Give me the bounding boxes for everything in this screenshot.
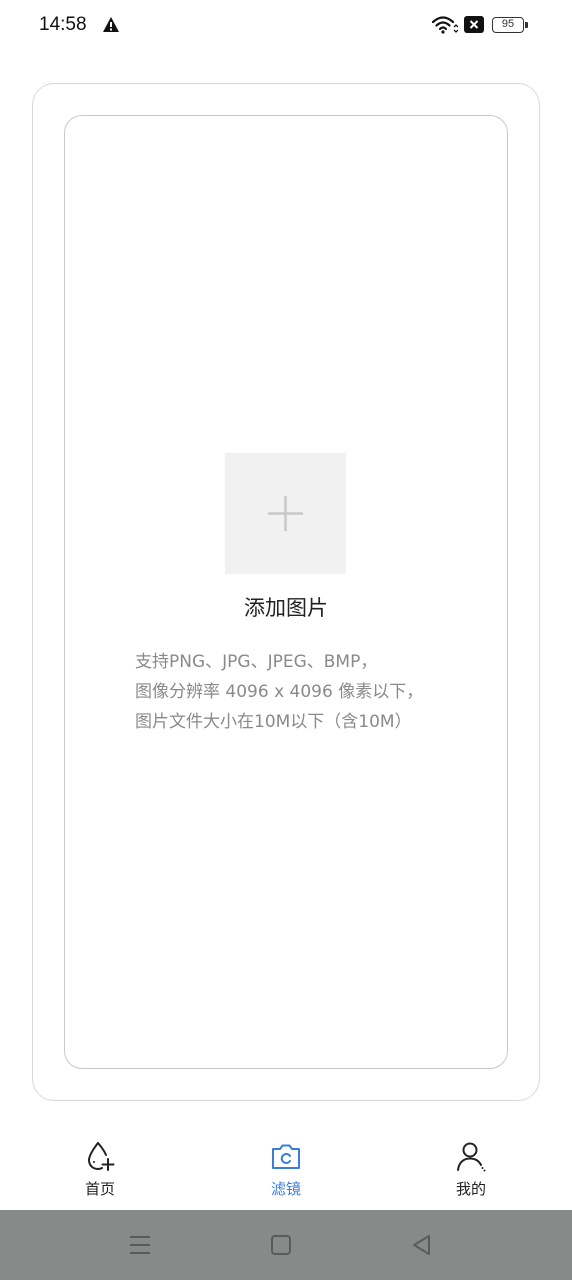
home-icon[interactable]	[268, 1232, 294, 1258]
nav-item-home[interactable]: 首页	[50, 1130, 150, 1210]
status-time: 14:58	[39, 14, 87, 35]
nav-item-mine[interactable]: 我的	[421, 1130, 521, 1210]
plus-icon	[268, 496, 303, 531]
menu-icon[interactable]	[127, 1232, 153, 1258]
nav-label-mine: 我的	[455, 1180, 486, 1198]
drop-add-icon	[87, 1142, 115, 1171]
user-icon	[457, 1142, 486, 1172]
warning-triangle-icon	[103, 17, 119, 32]
battery-level: 95	[501, 18, 515, 30]
nav-label-filter: 滤镜	[270, 1180, 301, 1198]
bottom-nav: 首页 滤镜 我的	[0, 1130, 572, 1210]
size-hint: 图片文件大小在10M以下（含10M）	[135, 712, 412, 732]
nav-label-home: 首页	[84, 1180, 115, 1198]
format-hint: 支持PNG、JPG、JPEG、BMP，	[135, 652, 378, 672]
resolution-hint: 图像分辨率 4096 x 4096 像素以下，	[135, 682, 424, 702]
nav-item-filter[interactable]: 滤镜	[236, 1130, 336, 1210]
status-bar: 14:58 95	[0, 0, 572, 52]
add-image-button[interactable]	[225, 453, 346, 574]
battery-indicator: 95	[492, 17, 528, 33]
sim-no-service-icon	[464, 16, 484, 33]
wifi-icon	[432, 16, 458, 34]
camera-filter-icon	[272, 1144, 300, 1169]
system-nav-bar	[0, 1210, 572, 1280]
back-icon[interactable]	[409, 1232, 435, 1258]
battery-tip	[525, 22, 528, 28]
add-image-title: 添加图片	[244, 596, 328, 620]
